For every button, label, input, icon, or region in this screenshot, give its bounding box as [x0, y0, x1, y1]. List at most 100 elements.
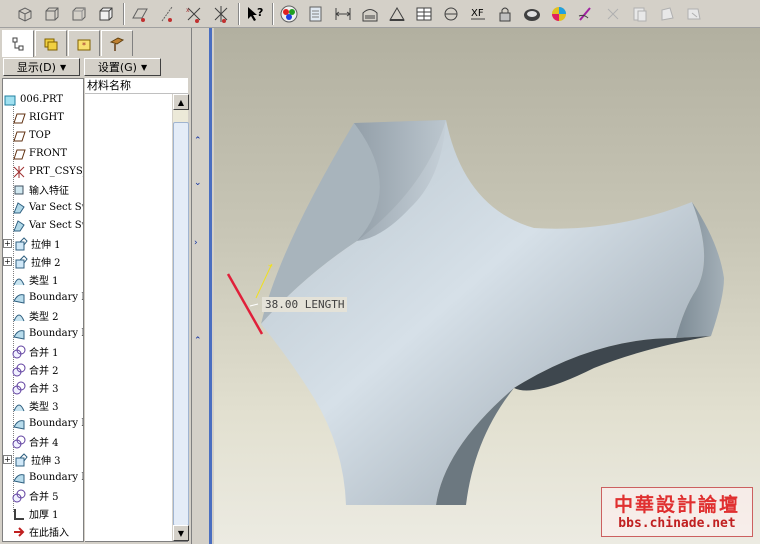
svg-text:⌁: ⌁ — [268, 261, 273, 270]
tree-item[interactable]: Var Sect Sweep — [12, 199, 83, 216]
tree-item-label: 拉伸 2 — [31, 258, 61, 269]
view-iso-icon[interactable] — [14, 3, 36, 25]
tree-item[interactable]: PRT_CSYS_DEF — [12, 163, 83, 180]
section-icon[interactable] — [359, 3, 381, 25]
tree-item[interactable]: 输入特征 — [12, 181, 69, 198]
tree-item[interactable]: 合并 3 — [12, 379, 59, 396]
tree-item[interactable]: + 拉伸 3 — [3, 451, 61, 468]
paste-icon[interactable] — [656, 3, 678, 25]
model-tree-tab[interactable] — [2, 30, 34, 57]
layer-tab[interactable] — [35, 30, 67, 56]
tree-item-label: Var Sect Sweep — [29, 220, 83, 231]
tree-item[interactable]: 合并 4 — [12, 433, 59, 450]
panel-splitter[interactable]: ⌃ ⌄ › ⌃ — [192, 28, 214, 544]
color-icon[interactable] — [278, 3, 300, 25]
view-box-icon[interactable] — [41, 3, 63, 25]
splitter-marker-icon: ⌃ — [194, 136, 202, 146]
scroll-down-icon[interactable]: ▼ — [173, 525, 189, 541]
graphics-viewport[interactable]: ⌁ — [214, 28, 760, 544]
tree-item[interactable]: 合并 2 — [12, 361, 59, 378]
tree-item[interactable]: 类型 1 — [12, 271, 59, 288]
tree-item-label: 类型 2 — [29, 312, 59, 323]
cut-icon[interactable] — [602, 3, 624, 25]
model-3d-shape[interactable]: ⌁ — [214, 28, 760, 544]
svg-text:XF: XF — [471, 8, 484, 19]
scroll-up-icon[interactable]: ▲ — [173, 94, 189, 110]
layer-icon[interactable] — [129, 3, 151, 25]
tree-item-label: 合并 4 — [29, 438, 59, 449]
tree-item[interactable]: 在此插入 — [12, 523, 69, 540]
watermark-title: 中華設計論壇 — [613, 494, 740, 516]
tree-item[interactable]: FRONT — [12, 145, 67, 162]
sheet-icon[interactable] — [305, 3, 327, 25]
tree-item[interactable]: 合并 5 — [12, 487, 59, 504]
merge-icon — [12, 345, 26, 359]
tree-item-label: 合并 5 — [29, 492, 59, 503]
tree-item[interactable]: + 拉伸 2 — [3, 253, 61, 270]
tree-item[interactable]: RIGHT — [12, 109, 64, 126]
merge-icon — [12, 381, 26, 395]
tree-item[interactable]: TOP — [12, 127, 51, 144]
material-column-header[interactable]: 材料名称 — [85, 78, 188, 94]
tree-item[interactable]: Boundary Blend — [12, 469, 83, 486]
dimension-icon[interactable] — [332, 3, 354, 25]
tree-item[interactable]: 合并 1 — [12, 343, 59, 360]
view-wire-icon[interactable] — [68, 3, 90, 25]
extrude-icon — [14, 254, 28, 269]
sweep-icon — [12, 219, 26, 233]
settings-menu-button[interactable]: 设置(G) ▼ — [84, 58, 161, 76]
appearance-icon[interactable] — [548, 3, 570, 25]
datum-axis-icon[interactable] — [156, 3, 178, 25]
help-query-icon[interactable]: ? — [244, 3, 266, 25]
table-icon[interactable] — [413, 3, 435, 25]
tree-item[interactable]: + 拉伸 1 — [3, 235, 61, 252]
tree-item[interactable]: 006.PRT — [3, 91, 63, 108]
print-icon[interactable] — [521, 3, 543, 25]
splitter-bar[interactable] — [209, 28, 212, 544]
tree-item[interactable]: 类型 3 — [12, 397, 59, 414]
splitter-marker-icon: ⌃ — [194, 336, 202, 346]
datum-point-icon[interactable]: x — [183, 3, 205, 25]
tree-item[interactable]: Boundary Blend — [12, 415, 83, 432]
xf-icon[interactable]: XF — [467, 3, 489, 25]
import-icon — [12, 183, 26, 197]
svg-text:?: ? — [257, 6, 263, 19]
dimension-label[interactable]: 38.00 LENGTH — [262, 297, 348, 312]
thicken-icon — [12, 507, 26, 521]
chevron-down-icon: ▼ — [59, 62, 67, 72]
scroll-thumb[interactable] — [173, 122, 189, 526]
expand-toggle-icon[interactable]: + — [3, 257, 12, 266]
tree-item[interactable]: Boundary Blend — [12, 289, 83, 306]
csys-icon[interactable] — [210, 3, 232, 25]
tree-item-label: 合并 2 — [29, 366, 59, 377]
datum-plane-icon — [12, 147, 26, 161]
tree-item[interactable]: Var Sect Sweep — [12, 217, 83, 234]
tree-item[interactable]: 类型 2 — [12, 307, 59, 324]
tree-scrollbar[interactable]: ▲ ▼ — [172, 94, 189, 541]
tree-item-label: 在此插入 — [29, 528, 69, 539]
redo-icon[interactable] — [683, 3, 705, 25]
column-divider[interactable] — [83, 78, 85, 542]
merge-icon — [12, 435, 26, 449]
tools-tab[interactable] — [101, 30, 133, 56]
boundary-icon — [12, 291, 26, 305]
favorites-icon: * — [77, 39, 91, 50]
lock-icon[interactable] — [494, 3, 516, 25]
chevron-down-icon: ▼ — [140, 62, 148, 72]
expand-toggle-icon[interactable]: + — [3, 239, 12, 248]
copy-icon[interactable] — [629, 3, 651, 25]
tree-item-label: Var Sect Sweep — [29, 202, 83, 213]
show-menu-button[interactable]: 显示(D) ▼ — [3, 58, 80, 76]
boundary-icon — [12, 327, 26, 341]
tree-item[interactable]: 加厚 1 — [12, 505, 59, 522]
edit-icon[interactable] — [575, 3, 597, 25]
view-shade-icon[interactable] — [95, 3, 117, 25]
tree-item-label: 拉伸 3 — [31, 456, 61, 467]
svg-text:x: x — [186, 7, 190, 14]
theta-icon[interactable] — [440, 3, 462, 25]
expand-toggle-icon[interactable]: + — [3, 455, 12, 464]
favorites-tab[interactable]: * — [68, 30, 100, 56]
plane-icon[interactable] — [386, 3, 408, 25]
boundary-icon — [12, 471, 26, 485]
tree-item[interactable]: Boundary Blend — [12, 325, 83, 342]
